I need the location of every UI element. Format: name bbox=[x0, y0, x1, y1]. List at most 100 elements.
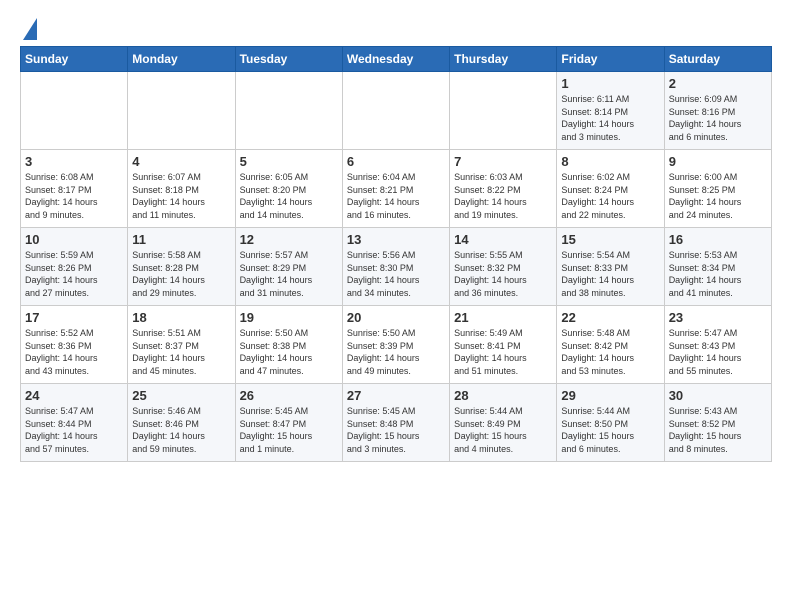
day-number: 26 bbox=[240, 388, 338, 403]
day-cell bbox=[21, 72, 128, 150]
day-number: 8 bbox=[561, 154, 659, 169]
day-info: Sunrise: 5:44 AM Sunset: 8:49 PM Dayligh… bbox=[454, 405, 552, 455]
day-info: Sunrise: 6:05 AM Sunset: 8:20 PM Dayligh… bbox=[240, 171, 338, 221]
day-cell: 4 Sunrise: 6:07 AM Sunset: 8:18 PM Daylig… bbox=[128, 150, 235, 228]
day-info: Sunrise: 5:52 AM Sunset: 8:36 PM Dayligh… bbox=[25, 327, 123, 377]
header-cell-sunday: Sunday bbox=[21, 47, 128, 72]
day-cell bbox=[450, 72, 557, 150]
day-number: 5 bbox=[240, 154, 338, 169]
week-row-3: 10 Sunrise: 5:59 AM Sunset: 8:26 PM Dayli… bbox=[21, 228, 772, 306]
header-cell-saturday: Saturday bbox=[664, 47, 771, 72]
day-cell: 20Sunrise: 5:50 AM Sunset: 8:39 PM Dayli… bbox=[342, 306, 449, 384]
day-info: Sunrise: 5:48 AM Sunset: 8:42 PM Dayligh… bbox=[561, 327, 659, 377]
day-cell: 6 Sunrise: 6:04 AM Sunset: 8:21 PM Daylig… bbox=[342, 150, 449, 228]
day-number: 23 bbox=[669, 310, 767, 325]
day-info: Sunrise: 5:43 AM Sunset: 8:52 PM Dayligh… bbox=[669, 405, 767, 455]
day-info: Sunrise: 5:49 AM Sunset: 8:41 PM Dayligh… bbox=[454, 327, 552, 377]
day-number: 25 bbox=[132, 388, 230, 403]
day-info: Sunrise: 6:07 AM Sunset: 8:18 PM Dayligh… bbox=[132, 171, 230, 221]
day-info: Sunrise: 5:47 AM Sunset: 8:44 PM Dayligh… bbox=[25, 405, 123, 455]
day-cell: 2 Sunrise: 6:09 AM Sunset: 8:16 PM Daylig… bbox=[664, 72, 771, 150]
header-cell-thursday: Thursday bbox=[450, 47, 557, 72]
day-cell: 3 Sunrise: 6:08 AM Sunset: 8:17 PM Daylig… bbox=[21, 150, 128, 228]
day-number: 30 bbox=[669, 388, 767, 403]
day-cell: 15 Sunrise: 5:54 AM Sunset: 8:33 PM Dayli… bbox=[557, 228, 664, 306]
logo-triangle-icon bbox=[23, 18, 37, 40]
day-number: 28 bbox=[454, 388, 552, 403]
day-cell bbox=[235, 72, 342, 150]
day-info: Sunrise: 5:55 AM Sunset: 8:32 PM Dayligh… bbox=[454, 249, 552, 299]
day-cell: 19Sunrise: 5:50 AM Sunset: 8:38 PM Dayli… bbox=[235, 306, 342, 384]
day-number: 13 bbox=[347, 232, 445, 247]
header-cell-monday: Monday bbox=[128, 47, 235, 72]
day-cell: 25 Sunrise: 5:46 AM Sunset: 8:46 PM Dayli… bbox=[128, 384, 235, 462]
day-cell: 28 Sunrise: 5:44 AM Sunset: 8:49 PM Dayli… bbox=[450, 384, 557, 462]
day-info: Sunrise: 5:59 AM Sunset: 8:26 PM Dayligh… bbox=[25, 249, 123, 299]
day-cell: 24Sunrise: 5:47 AM Sunset: 8:44 PM Dayli… bbox=[21, 384, 128, 462]
day-info: Sunrise: 5:57 AM Sunset: 8:29 PM Dayligh… bbox=[240, 249, 338, 299]
day-info: Sunrise: 5:51 AM Sunset: 8:37 PM Dayligh… bbox=[132, 327, 230, 377]
day-info: Sunrise: 5:54 AM Sunset: 8:33 PM Dayligh… bbox=[561, 249, 659, 299]
page: SundayMondayTuesdayWednesdayThursdayFrid… bbox=[0, 0, 792, 472]
day-cell bbox=[128, 72, 235, 150]
day-cell: 29 Sunrise: 5:44 AM Sunset: 8:50 PM Dayli… bbox=[557, 384, 664, 462]
day-number: 15 bbox=[561, 232, 659, 247]
week-row-5: 24Sunrise: 5:47 AM Sunset: 8:44 PM Dayli… bbox=[21, 384, 772, 462]
day-info: Sunrise: 5:50 AM Sunset: 8:38 PM Dayligh… bbox=[240, 327, 338, 377]
day-number: 18 bbox=[132, 310, 230, 325]
day-number: 10 bbox=[25, 232, 123, 247]
day-number: 1 bbox=[561, 76, 659, 91]
day-info: Sunrise: 5:44 AM Sunset: 8:50 PM Dayligh… bbox=[561, 405, 659, 455]
day-info: Sunrise: 6:08 AM Sunset: 8:17 PM Dayligh… bbox=[25, 171, 123, 221]
day-number: 2 bbox=[669, 76, 767, 91]
day-cell: 5 Sunrise: 6:05 AM Sunset: 8:20 PM Daylig… bbox=[235, 150, 342, 228]
day-info: Sunrise: 5:45 AM Sunset: 8:48 PM Dayligh… bbox=[347, 405, 445, 455]
day-cell: 11 Sunrise: 5:58 AM Sunset: 8:28 PM Dayli… bbox=[128, 228, 235, 306]
header-cell-tuesday: Tuesday bbox=[235, 47, 342, 72]
day-number: 29 bbox=[561, 388, 659, 403]
day-cell: 30 Sunrise: 5:43 AM Sunset: 8:52 PM Dayli… bbox=[664, 384, 771, 462]
day-info: Sunrise: 6:11 AM Sunset: 8:14 PM Dayligh… bbox=[561, 93, 659, 143]
day-info: Sunrise: 5:47 AM Sunset: 8:43 PM Dayligh… bbox=[669, 327, 767, 377]
week-row-4: 17 Sunrise: 5:52 AM Sunset: 8:36 PM Dayli… bbox=[21, 306, 772, 384]
day-number: 12 bbox=[240, 232, 338, 247]
day-cell: 16 Sunrise: 5:53 AM Sunset: 8:34 PM Dayli… bbox=[664, 228, 771, 306]
day-cell: 14 Sunrise: 5:55 AM Sunset: 8:32 PM Dayli… bbox=[450, 228, 557, 306]
logo bbox=[20, 16, 37, 40]
day-cell: 10 Sunrise: 5:59 AM Sunset: 8:26 PM Dayli… bbox=[21, 228, 128, 306]
day-number: 14 bbox=[454, 232, 552, 247]
day-number: 4 bbox=[132, 154, 230, 169]
day-number: 20 bbox=[347, 310, 445, 325]
day-info: Sunrise: 5:46 AM Sunset: 8:46 PM Dayligh… bbox=[132, 405, 230, 455]
day-cell: 27 Sunrise: 5:45 AM Sunset: 8:48 PM Dayli… bbox=[342, 384, 449, 462]
day-info: Sunrise: 6:02 AM Sunset: 8:24 PM Dayligh… bbox=[561, 171, 659, 221]
day-info: Sunrise: 6:04 AM Sunset: 8:21 PM Dayligh… bbox=[347, 171, 445, 221]
day-cell: 12 Sunrise: 5:57 AM Sunset: 8:29 PM Dayli… bbox=[235, 228, 342, 306]
day-number: 21 bbox=[454, 310, 552, 325]
day-info: Sunrise: 6:00 AM Sunset: 8:25 PM Dayligh… bbox=[669, 171, 767, 221]
day-cell: 8 Sunrise: 6:02 AM Sunset: 8:24 PM Daylig… bbox=[557, 150, 664, 228]
day-cell: 7 Sunrise: 6:03 AM Sunset: 8:22 PM Daylig… bbox=[450, 150, 557, 228]
day-number: 6 bbox=[347, 154, 445, 169]
day-cell: 1 Sunrise: 6:11 AM Sunset: 8:14 PM Daylig… bbox=[557, 72, 664, 150]
day-number: 22 bbox=[561, 310, 659, 325]
day-number: 9 bbox=[669, 154, 767, 169]
day-number: 11 bbox=[132, 232, 230, 247]
day-cell: 26Sunrise: 5:45 AM Sunset: 8:47 PM Dayli… bbox=[235, 384, 342, 462]
day-number: 17 bbox=[25, 310, 123, 325]
day-number: 16 bbox=[669, 232, 767, 247]
day-cell: 21 Sunrise: 5:49 AM Sunset: 8:41 PM Dayli… bbox=[450, 306, 557, 384]
day-info: Sunrise: 6:03 AM Sunset: 8:22 PM Dayligh… bbox=[454, 171, 552, 221]
week-row-2: 3 Sunrise: 6:08 AM Sunset: 8:17 PM Daylig… bbox=[21, 150, 772, 228]
day-number: 27 bbox=[347, 388, 445, 403]
day-info: Sunrise: 6:09 AM Sunset: 8:16 PM Dayligh… bbox=[669, 93, 767, 143]
day-cell: 18 Sunrise: 5:51 AM Sunset: 8:37 PM Dayli… bbox=[128, 306, 235, 384]
header bbox=[20, 16, 772, 40]
day-cell: 23 Sunrise: 5:47 AM Sunset: 8:43 PM Dayli… bbox=[664, 306, 771, 384]
day-info: Sunrise: 5:53 AM Sunset: 8:34 PM Dayligh… bbox=[669, 249, 767, 299]
day-cell: 22 Sunrise: 5:48 AM Sunset: 8:42 PM Dayli… bbox=[557, 306, 664, 384]
day-number: 7 bbox=[454, 154, 552, 169]
day-info: Sunrise: 5:56 AM Sunset: 8:30 PM Dayligh… bbox=[347, 249, 445, 299]
day-number: 3 bbox=[25, 154, 123, 169]
day-info: Sunrise: 5:58 AM Sunset: 8:28 PM Dayligh… bbox=[132, 249, 230, 299]
